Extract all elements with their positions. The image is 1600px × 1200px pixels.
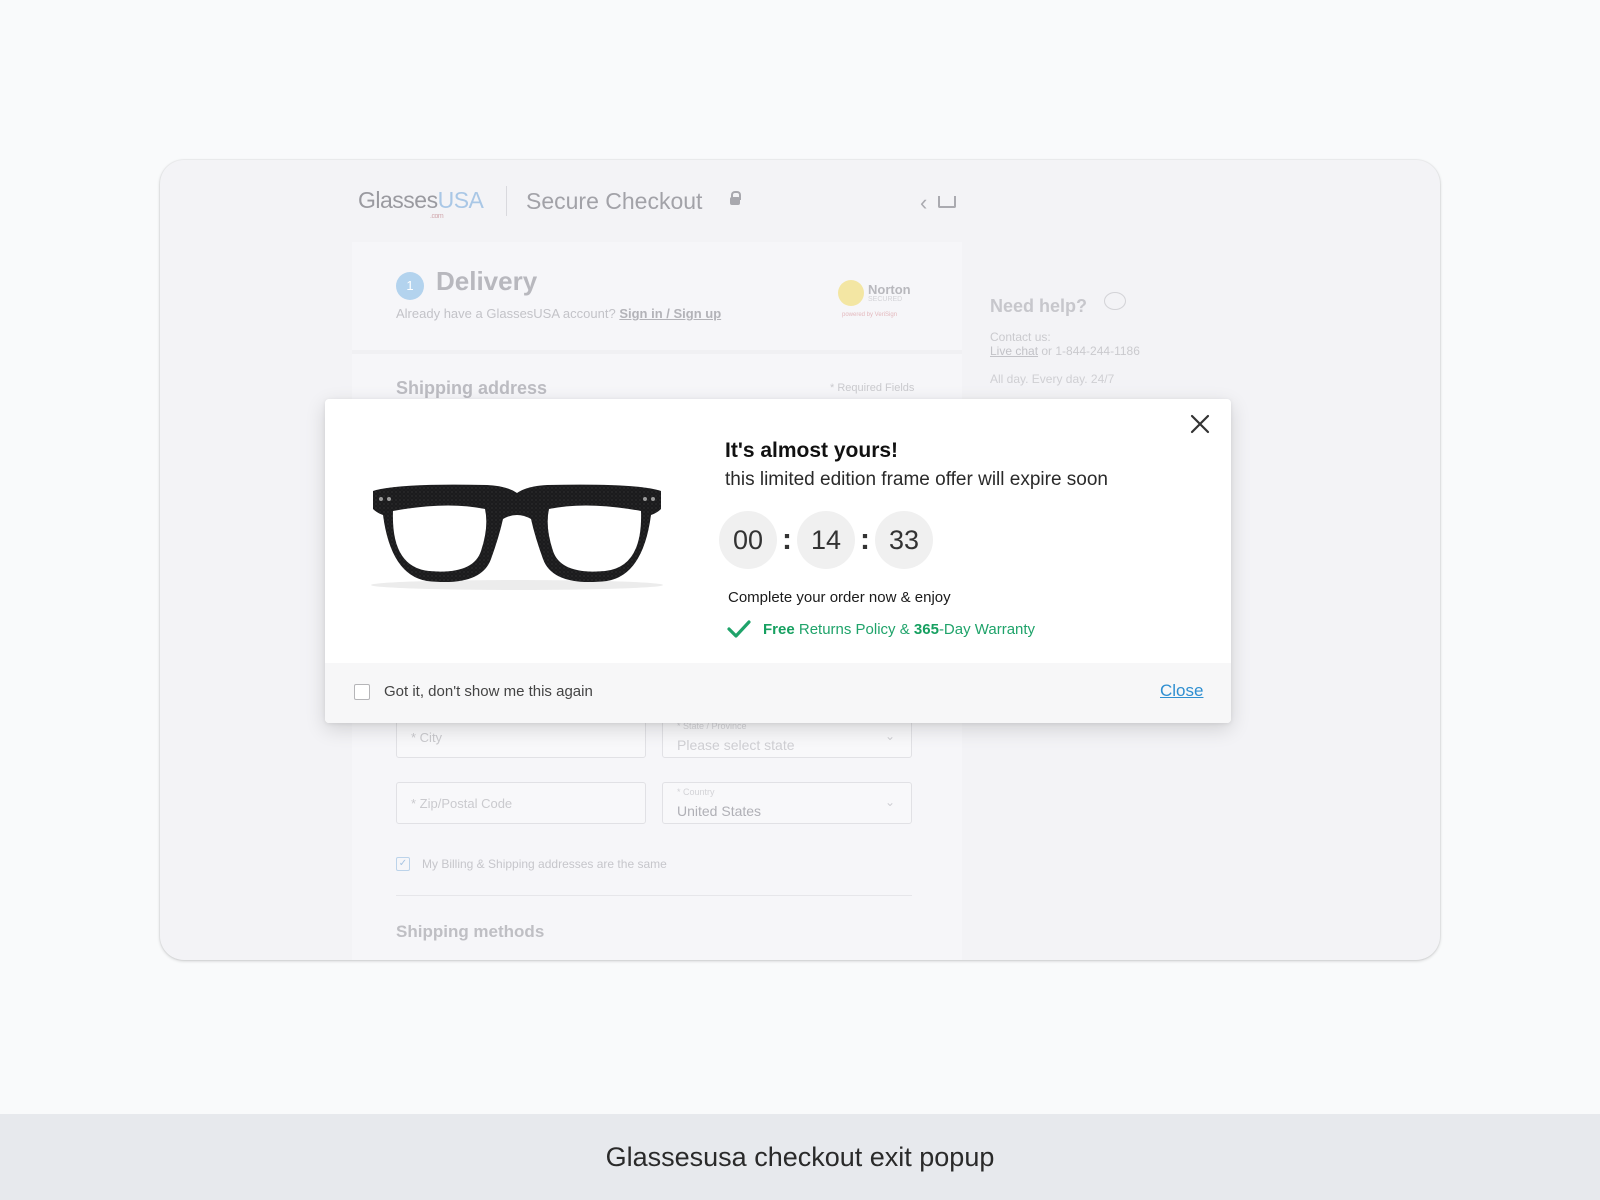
live-chat-link[interactable]: Live chat xyxy=(990,344,1038,358)
lock-icon xyxy=(730,191,741,205)
timer-seconds: 33 xyxy=(875,511,933,569)
popup-subheading: this limited edition frame offer will ex… xyxy=(725,469,1108,490)
exit-popup-modal: It's almost yours! this limited edition … xyxy=(325,399,1231,723)
timer-separator: : xyxy=(782,523,792,556)
need-help-title: Need help? xyxy=(990,296,1088,316)
benefit-item: Free Returns Policy & 365-Day Warranty xyxy=(727,619,1035,639)
billing-same-label: My Billing & Shipping addresses are the … xyxy=(422,857,667,871)
glasses-product-image xyxy=(371,484,663,590)
header-divider xyxy=(506,186,507,216)
contact-line: Live chat or 1-844-244-1186 xyxy=(990,344,1140,358)
zip-field[interactable]: * Zip/Postal Code xyxy=(396,782,646,824)
signin-link[interactable]: Sign in / Sign up xyxy=(619,306,721,321)
norton-badge: Norton SECURED powered by VeriSign xyxy=(838,278,914,318)
back-chevron-icon[interactable]: ‹ xyxy=(920,190,927,216)
checkmark-icon xyxy=(727,620,751,638)
glassesusa-logo[interactable]: GlassesUSA .com xyxy=(358,187,484,220)
countdown-timer: 00 : 14 : 33 xyxy=(719,511,933,569)
required-fields-note: * Required Fields xyxy=(830,382,915,394)
caption-text: Glassesusa checkout exit popup xyxy=(605,1142,995,1172)
billing-same-checkbox[interactable]: ✓ xyxy=(396,857,410,871)
divider xyxy=(396,895,912,896)
timer-minutes: 14 xyxy=(797,511,855,569)
dont-show-again-label[interactable]: Got it, don't show me this again xyxy=(384,683,593,700)
page-title: Secure Checkout xyxy=(526,188,703,214)
dont-show-again-checkbox[interactable] xyxy=(354,684,370,700)
close-link[interactable]: Close xyxy=(1160,681,1203,701)
norton-check-icon xyxy=(838,280,864,306)
support-hours: All day. Every day. 24/7 xyxy=(990,372,1115,386)
shipping-address-title: Shipping address xyxy=(396,378,548,398)
chat-bubble-icon xyxy=(1104,292,1126,310)
timer-hours: 00 xyxy=(719,511,777,569)
caption-bar: Glassesusa checkout exit popup xyxy=(0,1114,1600,1200)
delivery-title: Delivery xyxy=(436,266,538,296)
close-icon[interactable] xyxy=(1187,411,1213,437)
complete-order-text: Complete your order now & enjoy xyxy=(728,589,951,606)
popup-heading: It's almost yours! xyxy=(725,439,899,462)
chevron-down-icon: ⌄ xyxy=(884,729,895,743)
shipping-methods-title: Shipping methods xyxy=(396,922,545,941)
section-divider xyxy=(352,350,962,354)
cart-icon[interactable] xyxy=(938,196,956,208)
step-number-badge: 1 xyxy=(396,272,424,300)
benefit-text: Free Returns Policy & 365-Day Warranty xyxy=(763,620,1036,638)
contact-label: Contact us: xyxy=(990,330,1051,344)
popup-footer: Got it, don't show me this again Close xyxy=(325,663,1231,723)
chevron-down-icon: ⌄ xyxy=(884,795,895,809)
account-prompt: Already have a GlassesUSA account? Sign … xyxy=(396,306,722,321)
timer-separator: : xyxy=(860,523,870,556)
country-select[interactable]: * Country United States ⌄ xyxy=(662,782,912,824)
